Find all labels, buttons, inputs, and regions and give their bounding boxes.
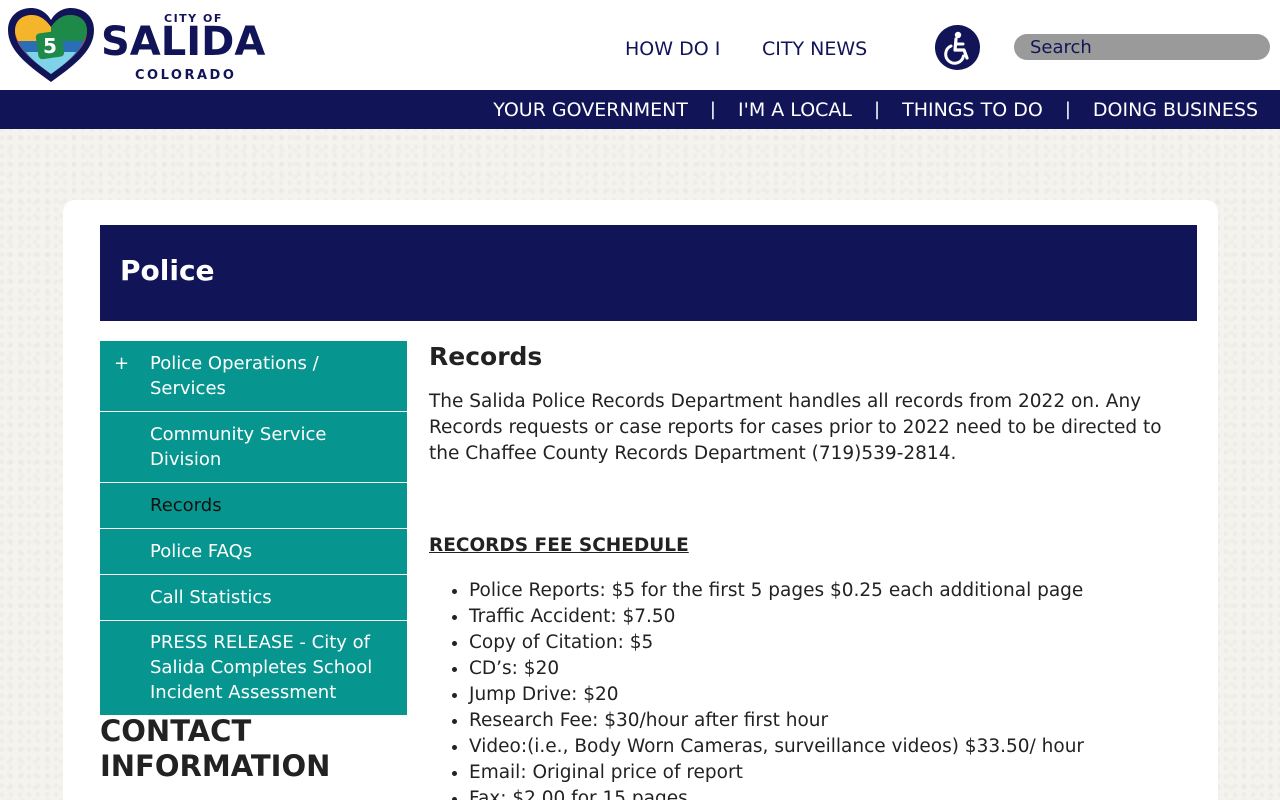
fee-item: Copy of Citation: $5 bbox=[469, 630, 1189, 656]
site-header: 5 CITY OF SALIDA COLORADO HOW DO I CITY … bbox=[0, 0, 1280, 90]
logo-colorado: COLORADO bbox=[135, 68, 237, 83]
side-nav-label: Police FAQs bbox=[150, 541, 253, 562]
side-nav-label: PRESS RELEASE - City of Salida Completes… bbox=[150, 632, 373, 703]
fee-item: Video:(i.e., Body Worn Cameras, surveill… bbox=[469, 734, 1189, 760]
intro-paragraph: The Salida Police Records Department han… bbox=[429, 391, 1162, 464]
side-nav: + Police Operations / Services Community… bbox=[100, 341, 407, 716]
logo-salida: SALIDA bbox=[101, 19, 266, 65]
side-nav-item-community-service[interactable]: Community Service Division bbox=[100, 412, 407, 483]
city-logo[interactable]: 5 CITY OF SALIDA COLORADO bbox=[6, 6, 281, 86]
nav-things-to-do[interactable]: THINGS TO DO bbox=[902, 99, 1043, 121]
wheelchair-icon bbox=[944, 31, 969, 65]
fee-item: Fax: $2.00 for 15 pages bbox=[469, 786, 1189, 800]
nav-your-government[interactable]: YOUR GOVERNMENT bbox=[493, 99, 688, 121]
fee-item: Research Fee: $30/hour after first hour bbox=[469, 708, 1189, 734]
nav-separator: | bbox=[709, 99, 716, 120]
nav-how-do-i[interactable]: HOW DO I bbox=[625, 38, 720, 60]
main-content: Records The Salida Police Records Depart… bbox=[429, 340, 1189, 800]
search-input[interactable] bbox=[1014, 34, 1270, 60]
side-nav-item-call-statistics[interactable]: Call Statistics bbox=[100, 575, 407, 621]
logo-badge-text: 5 bbox=[43, 34, 57, 58]
side-nav-item-press-release[interactable]: PRESS RELEASE - City of Salida Completes… bbox=[100, 621, 407, 716]
fee-list: Police Reports: $5 for the first 5 pages… bbox=[429, 578, 1189, 800]
nav-doing-business[interactable]: DOING BUSINESS bbox=[1093, 99, 1258, 121]
side-nav-item-records[interactable]: Records bbox=[100, 483, 407, 529]
page-title: Police bbox=[120, 254, 215, 287]
fee-schedule-heading: RECORDS FEE SCHEDULE bbox=[429, 535, 689, 556]
fee-item: CD’s: $20 bbox=[469, 656, 1189, 682]
contact-information-heading: CONTACT INFORMATION bbox=[100, 714, 331, 783]
side-nav-label: Call Statistics bbox=[150, 587, 272, 608]
side-nav-item-police-faqs[interactable]: Police FAQs bbox=[100, 529, 407, 575]
fee-item: Police Reports: $5 for the first 5 pages… bbox=[469, 578, 1189, 604]
nav-separator: | bbox=[874, 99, 881, 120]
main-nav-bar: YOUR GOVERNMENT | I'M A LOCAL | THINGS T… bbox=[0, 90, 1280, 129]
side-nav-label: Records bbox=[150, 495, 222, 516]
nav-city-news[interactable]: CITY NEWS bbox=[762, 38, 867, 60]
expand-plus-icon[interactable]: + bbox=[114, 351, 129, 376]
page-banner: Police bbox=[100, 225, 1197, 321]
side-nav-label: Police Operations / Services bbox=[150, 353, 319, 399]
side-nav-label: Community Service Division bbox=[150, 424, 327, 470]
content-heading: Records bbox=[429, 342, 543, 371]
fee-item: Traffic Accident: $7.50 bbox=[469, 604, 1189, 630]
heart-logo-icon: 5 bbox=[8, 8, 94, 82]
nav-im-a-local[interactable]: I'M A LOCAL bbox=[738, 99, 852, 121]
side-nav-item-police-operations[interactable]: + Police Operations / Services bbox=[100, 341, 407, 412]
fee-item: Email: Original price of report bbox=[469, 760, 1189, 786]
fee-item: Jump Drive: $20 bbox=[469, 682, 1189, 708]
accessibility-button[interactable] bbox=[935, 25, 980, 70]
nav-separator: | bbox=[1064, 99, 1071, 120]
